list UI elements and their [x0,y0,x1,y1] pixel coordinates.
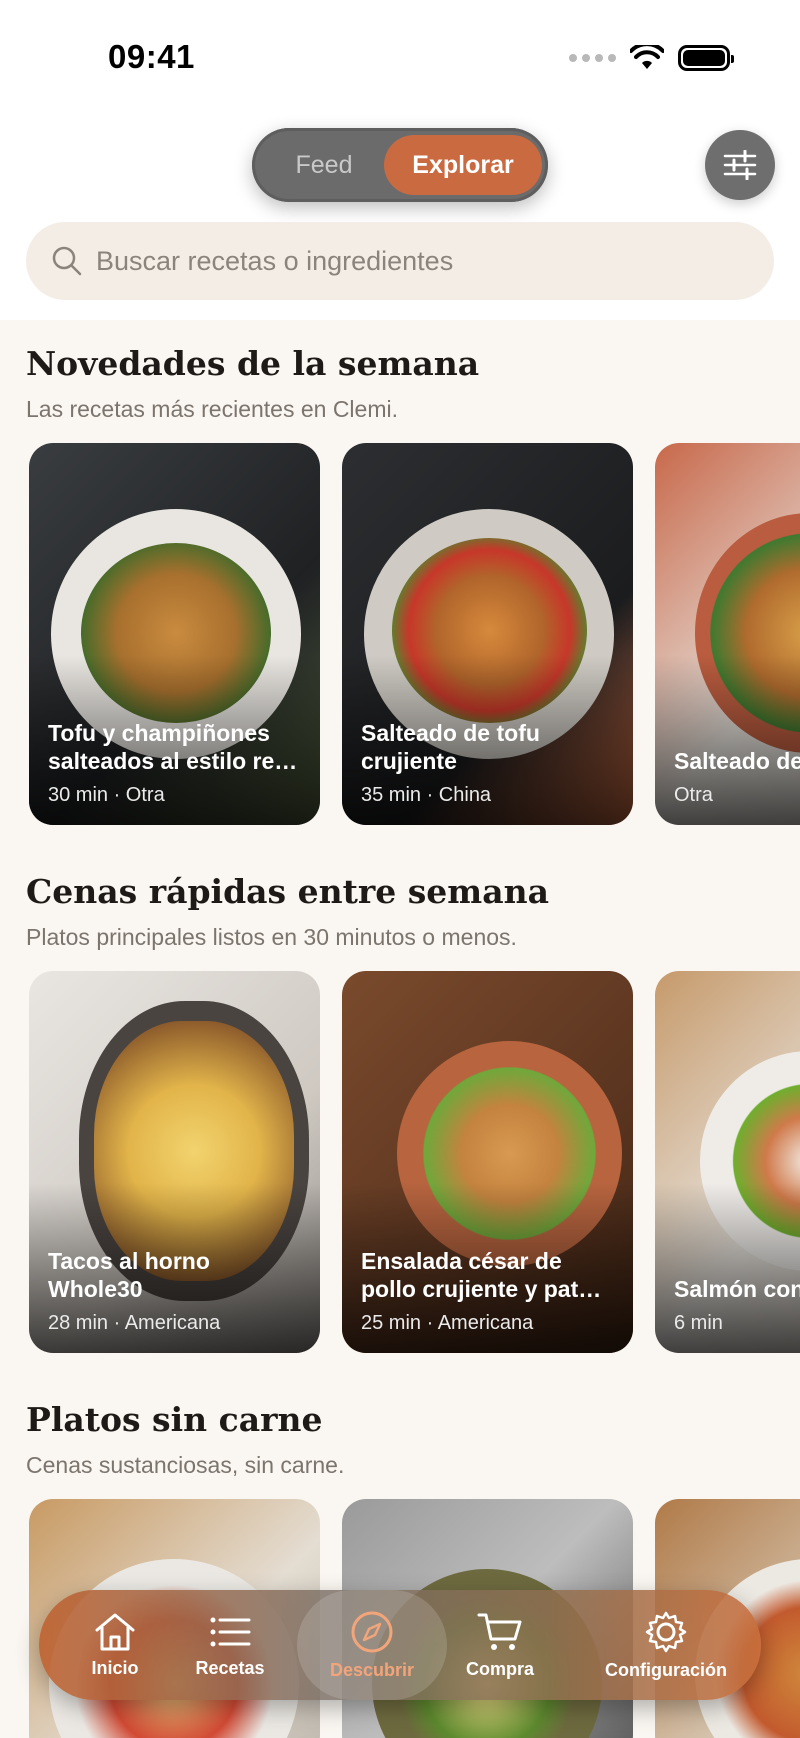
card-title: Tofu y champiñones salteados al estilo r… [48,720,298,774]
segment-explorar[interactable]: Explorar [384,135,542,195]
tab-label: Descubrir [329,1659,415,1680]
section-subtitle-novedades: Las recetas más recientes en Clemi. [26,396,398,422]
top-header: 09:41 Feed Explorar Buscar recetas o ing… [0,0,800,320]
card-title: Salteado de tofu crujiente [361,720,540,774]
card-meta: 28 min · Americana [48,1312,221,1334]
card-title: Ensalada césar de pollo crujiente y pat… [361,1248,602,1302]
card-meta: 6 min [674,1312,723,1334]
filter-button[interactable] [705,130,775,200]
section-title-cenas: Cenas rápidas entre semana [26,872,549,911]
recipe-card[interactable]: Tofu y champiñones salteados al estilo r… [29,443,320,825]
card-meta: Otra [674,784,713,806]
tab-descubrir[interactable]: Descubrir [297,1590,447,1700]
card-meta: 35 min · China [361,784,492,806]
tab-compra[interactable]: Compra [444,1590,556,1700]
list-icon [210,1617,251,1646]
recipe-card[interactable]: Salmón con 6 min [655,971,800,1353]
tab-configuracion[interactable]: Configuración [591,1590,741,1700]
recipe-card[interactable]: Salteado de tofu crujiente 35 min · Chin… [342,443,633,825]
segment-feed[interactable]: Feed [264,135,384,195]
battery-icon [678,45,734,71]
feed-explore-toggle[interactable]: Feed Explorar [252,128,548,202]
tab-label: Compra [465,1658,534,1679]
wifi-icon [630,45,664,69]
search-bar[interactable]: Buscar recetas o ingredientes [26,222,774,300]
card-meta: 25 min · Americana [361,1312,534,1334]
tab-label: Configuración [605,1659,727,1680]
status-time: 09:41 [108,38,195,75]
section-title-sin-carne: Platos sin carne [26,1400,323,1439]
home-icon [95,1613,135,1650]
search-icon [52,246,82,276]
sliders-icon [723,150,757,180]
tab-bar: Inicio Recetas Descubrir Compra Configur… [39,1590,761,1700]
card-title: Salteado de brócoli [674,748,800,774]
search-input[interactable]: Buscar recetas o ingredientes [96,246,453,277]
card-title: Salmón con [674,1276,800,1302]
gear-icon [645,1611,687,1652]
carousel-novedades[interactable]: Tofu y champiñones salteados al estilo r… [29,443,800,825]
recipe-card[interactable]: Salteado de brócoli Otra [655,443,800,825]
section-title-novedades: Novedades de la semana [26,344,480,383]
recipe-card[interactable]: Tacos al horno Whole30 28 min · American… [29,971,320,1353]
tab-recetas[interactable]: Recetas [174,1590,286,1700]
card-title: Tacos al horno Whole30 [48,1248,210,1302]
card-meta: 30 min · Otra [48,784,165,806]
compass-icon [351,1611,393,1652]
tab-label: Inicio [91,1657,139,1678]
section-subtitle-cenas: Platos principales listos en 30 minutos … [26,924,517,950]
section-subtitle-sin-carne: Cenas sustanciosas, sin carne. [26,1452,345,1478]
status-icons [569,44,734,72]
carousel-cenas[interactable]: Tacos al horno Whole30 28 min · American… [29,971,800,1353]
tab-inicio[interactable]: Inicio [59,1590,171,1700]
cart-icon [477,1613,522,1650]
signal-icon [569,54,616,62]
recipe-card[interactable]: Ensalada césar de pollo crujiente y pat…… [342,971,633,1353]
tab-label: Recetas [195,1657,265,1678]
